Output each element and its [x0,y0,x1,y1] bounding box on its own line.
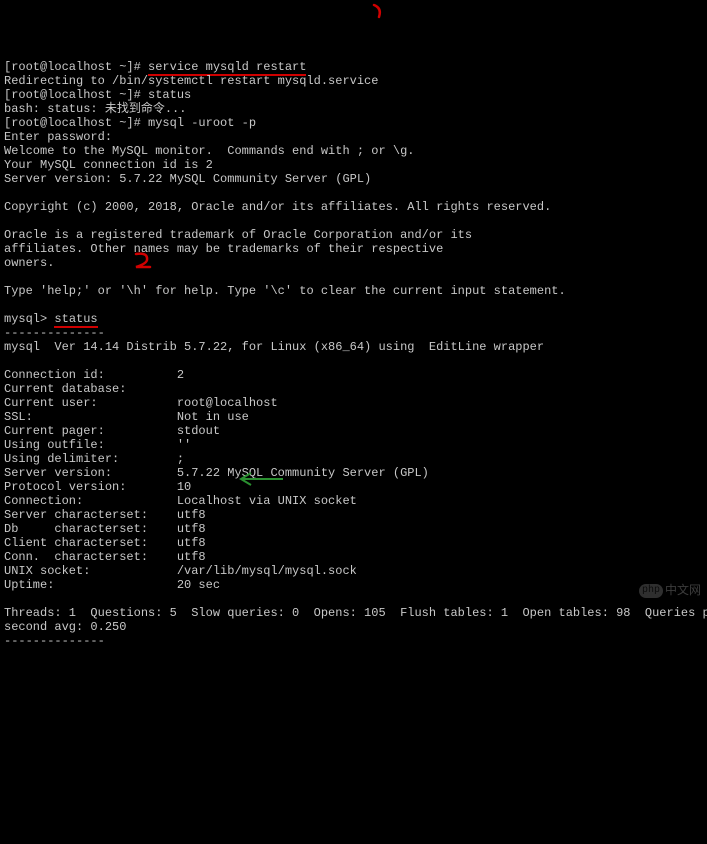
output-line: Type 'help;' or '\h' for help. Type '\c'… [4,284,566,298]
status-stats: second avg: 0.250 [4,620,126,634]
output-line: Copyright (c) 2000, 2018, Oracle and/or … [4,200,551,214]
output-line: Welcome to the MySQL monitor. Commands e… [4,144,414,158]
status-conn-characterset: Conn. characterset: utf8 [4,550,206,564]
status-current-pager: Current pager: stdout [4,424,220,438]
output-line: Server version: 5.7.22 MySQL Community S… [4,172,371,186]
status-using-delimiter: Using delimiter: ; [4,452,184,466]
status-protocol-version: Protocol version: 10 [4,480,191,494]
output-line: [root@localhost ~]# status [4,88,191,102]
output-line: Oracle is a registered trademark of Orac… [4,228,472,242]
output-line: [root@localhost ~]# mysql -uroot -p [4,116,256,130]
watermark-left: php [639,584,663,598]
output-line: Enter password: [4,130,112,144]
shell-prompt: [root@localhost ~]# [4,60,148,74]
status-uptime: Uptime: 20 sec [4,578,220,592]
status-connection-id: Connection id: 2 [4,368,184,382]
status-connection: Connection: Localhost via UNIX socket [4,494,357,508]
output-line: -------------- [4,634,105,648]
watermark-right: 中文网 [665,584,701,598]
status-client-characterset: Client characterset: utf8 [4,536,206,550]
output-line: -------------- [4,326,105,340]
annotation-mark-1 [370,2,400,20]
output-line: owners. [4,256,54,270]
status-unix-socket: UNIX socket: /var/lib/mysql/mysql.sock [4,564,357,578]
status-db-characterset: Db characterset: utf8 [4,522,206,536]
status-using-outfile: Using outfile: '' [4,438,191,452]
output-line: bash: status: 未找到命令... [4,102,186,116]
status-current-user: Current user: root@localhost [4,396,278,410]
output-line: affiliates. Other names may be trademark… [4,242,443,256]
output-line: mysql Ver 14.14 Distrib 5.7.22, for Linu… [4,340,544,354]
watermark: php 中文网 [639,584,701,598]
status-server-characterset: Server characterset: utf8 [4,508,206,522]
status-server-version: Server version: 5.7.22 MySQL Community S… [4,466,429,480]
status-current-database: Current database: [4,382,126,396]
terminal-output[interactable]: [root@localhost ~]# service mysqld resta… [4,60,703,648]
output-line: Redirecting to /bin/systemctl restart my… [4,74,378,88]
status-stats: Threads: 1 Questions: 5 Slow queries: 0 … [4,606,707,620]
status-ssl: SSL: Not in use [4,410,249,424]
mysql-prompt: mysql> [4,312,54,326]
output-line: Your MySQL connection id is 2 [4,158,213,172]
